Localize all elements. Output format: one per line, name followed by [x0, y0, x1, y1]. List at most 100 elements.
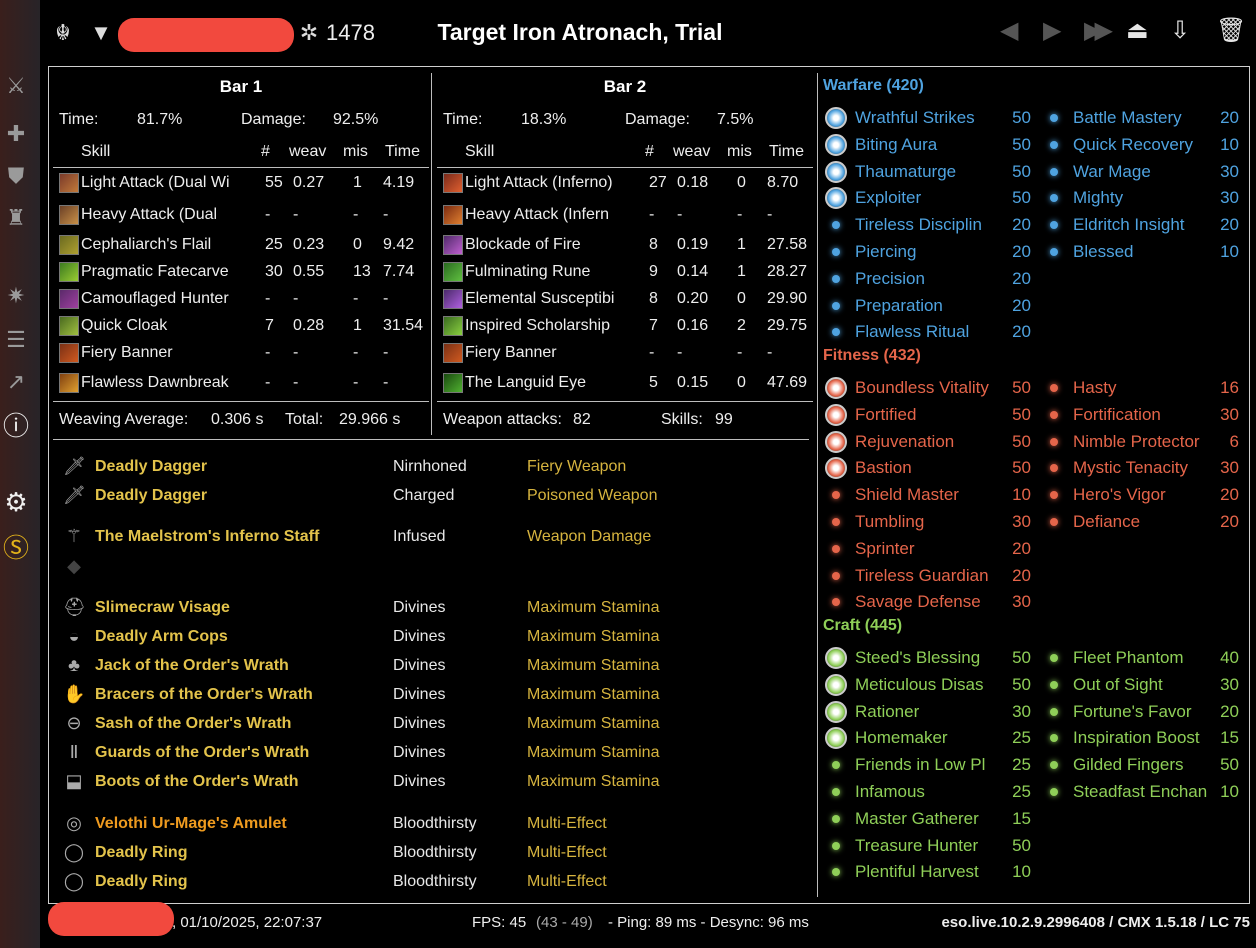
- cp-star[interactable]: Treasure Hunter 50: [825, 833, 1031, 859]
- column-header: mis: [727, 143, 752, 160]
- shield-icon[interactable]: ⛊: [2, 162, 30, 190]
- star-icon: [832, 598, 840, 607]
- cp-star[interactable]: Shield Master 10: [825, 482, 1031, 508]
- star-icon: [1050, 788, 1058, 796]
- cp-star[interactable]: Defiance 20: [1043, 509, 1239, 535]
- cp-star[interactable]: Flawless Ritual 20: [825, 319, 1031, 345]
- slotted-star-icon: [825, 187, 847, 210]
- save-fight-icon[interactable]: ⏏: [1126, 16, 1149, 45]
- skill-stat: -: [383, 290, 389, 307]
- last-fight-icon[interactable]: ▶▶: [1084, 16, 1113, 45]
- cp-star-name: Defiance: [1073, 512, 1141, 531]
- cp-star[interactable]: Master Gatherer 15: [825, 806, 1031, 832]
- cp-star[interactable]: Plentiful Harvest 10: [825, 859, 1031, 885]
- cp-star[interactable]: Precision 20: [825, 266, 1031, 292]
- cp-star[interactable]: Mystic Tenacity 30: [1043, 455, 1239, 481]
- cp-star[interactable]: Exploiter 50: [825, 185, 1031, 211]
- cp-star[interactable]: Eldritch Insight 20: [1043, 212, 1239, 238]
- cp-star[interactable]: Preparation 20: [825, 293, 1031, 319]
- shoulder-icon: ◒: [68, 626, 80, 646]
- cp-star[interactable]: Fortune's Favor 20: [1043, 699, 1239, 725]
- graph-icon[interactable]: ↗: [2, 368, 30, 396]
- gear-row[interactable]: ⛑ Slimecraw Visage Divines Maximum Stamina: [57, 594, 807, 622]
- cp-star[interactable]: Battle Mastery 20: [1043, 105, 1239, 131]
- previous-fight-icon[interactable]: ◀: [1000, 16, 1018, 45]
- cp-star[interactable]: Fleet Phantom 40: [1043, 645, 1239, 671]
- delete-trash-icon[interactable]: 🗑: [1216, 16, 1246, 45]
- skill-icon: [443, 173, 463, 193]
- skill-stat: 4.19: [383, 174, 415, 191]
- cp-star[interactable]: Rationer 30: [825, 699, 1031, 725]
- cp-star[interactable]: Bastion 50: [825, 455, 1031, 481]
- log-icon[interactable]: ☰: [2, 326, 30, 354]
- cp-star[interactable]: Meticulous Disas 50: [825, 672, 1031, 698]
- gear-row[interactable]: ◒ Deadly Arm Cops Divines Maximum Stamina: [57, 623, 807, 651]
- cp-star[interactable]: Piercing 20: [825, 239, 1031, 265]
- cp-star[interactable]: Boundless Vitality 50: [825, 375, 1031, 401]
- timestamp: , 01/10/2025, 22:07:37: [172, 914, 323, 931]
- cp-star[interactable]: Nimble Protector 6: [1043, 429, 1239, 455]
- empty-gear-slot: ◆: [57, 553, 807, 581]
- cp-star[interactable]: Out of Sight 30: [1043, 672, 1239, 698]
- gear-row[interactable]: ◯ Deadly Ring Bloodthirsty Multi-Effect: [57, 868, 807, 896]
- cp-star[interactable]: War Mage 30: [1043, 159, 1239, 185]
- cp-star[interactable]: Hasty 16: [1043, 375, 1239, 401]
- group-icon[interactable]: ♜: [2, 204, 30, 232]
- cp-star[interactable]: Tireless Disciplin 20: [825, 212, 1031, 238]
- cp-star[interactable]: Biting Aura 50: [825, 132, 1031, 158]
- gear-row[interactable]: ◯ Deadly Ring Bloodthirsty Multi-Effect: [57, 839, 807, 867]
- cp-star[interactable]: Hero's Vigor 20: [1043, 482, 1239, 508]
- heal-icon[interactable]: ✚: [2, 120, 30, 148]
- gear-row[interactable]: ⬓ Boots of the Order's Wrath Divines Maximu…: [57, 768, 807, 796]
- cp-star[interactable]: Tumbling 30: [825, 509, 1031, 535]
- amulet-icon: ◎: [66, 813, 82, 833]
- info-icon[interactable]: ⓘ: [2, 412, 30, 440]
- gear-row[interactable]: 🗡 Deadly Dagger Nirnhoned Fiery Weapon: [57, 453, 807, 481]
- cp-star[interactable]: Infamous 25: [825, 779, 1031, 805]
- cp-star[interactable]: Homemaker 25: [825, 725, 1031, 751]
- cp-star[interactable]: Gilded Fingers 50: [1043, 752, 1239, 778]
- cp-star[interactable]: Steadfast Enchan 10: [1043, 779, 1239, 805]
- cp-star[interactable]: Fortified 50: [825, 402, 1031, 428]
- cp-star[interactable]: Inspiration Boost 15: [1043, 725, 1239, 751]
- next-fight-icon[interactable]: ▶: [1043, 16, 1061, 45]
- gear-row[interactable]: 🗡 Deadly Dagger Charged Poisoned Weapon: [57, 482, 807, 510]
- cp-star[interactable]: Friends in Low Pl 25: [825, 752, 1031, 778]
- gear-row[interactable]: ◎ Velothi Ur-Mage's Amulet Bloodthirsty Mul…: [57, 810, 807, 838]
- settings-gear-icon[interactable]: ⚙: [2, 488, 30, 516]
- axe-icon[interactable]: ⚔: [2, 72, 30, 100]
- legs-icon: Ⅱ: [69, 742, 79, 762]
- supporter-icon[interactable]: Ⓢ: [2, 534, 30, 562]
- gear-row[interactable]: ⚚ The Maelstrom's Inferno Staff Infused Wea…: [57, 523, 807, 551]
- fps-range: (43 - 49): [536, 914, 593, 931]
- cp-star[interactable]: Wrathful Strikes 50: [825, 105, 1031, 131]
- gear-row[interactable]: Ⅱ Guards of the Order's Wrath Divines Maxim…: [57, 739, 807, 767]
- cp-star[interactable]: Rejuvenation 50: [825, 429, 1031, 455]
- gear-row[interactable]: ♣ Jack of the Order's Wrath Divines Maximum…: [57, 652, 807, 680]
- skill-icon: [443, 343, 463, 363]
- cp-star-name: Boundless Vitality: [855, 378, 989, 397]
- cp-star[interactable]: Tireless Guardian 20: [825, 563, 1031, 589]
- cp-star-points: 16: [1220, 378, 1239, 397]
- gear-row[interactable]: ⊖ Sash of the Order's Wrath Divines Maximum…: [57, 710, 807, 738]
- cp-star[interactable]: Fortification 30: [1043, 402, 1239, 428]
- load-fight-icon[interactable]: ⇩: [1170, 16, 1190, 45]
- cp-star[interactable]: Sprinter 20: [825, 536, 1031, 562]
- cp-star[interactable]: Blessed 10: [1043, 239, 1239, 265]
- cp-star[interactable]: Steed's Blessing 50: [825, 645, 1031, 671]
- star-icon: [832, 248, 840, 256]
- cp-star[interactable]: Savage Defense 30: [825, 589, 1031, 615]
- skill-stat: -: [767, 206, 773, 223]
- damage-value: 7.5%: [717, 111, 754, 128]
- skill-stat: 7: [265, 317, 274, 334]
- skill-stat: -: [265, 206, 271, 223]
- cp-star-points: 15: [1012, 808, 1031, 828]
- cp-star-name: Piercing: [855, 242, 917, 261]
- cp-star[interactable]: Quick Recovery 10: [1043, 132, 1239, 158]
- cp-star[interactable]: Mighty 30: [1043, 185, 1239, 211]
- cp-star[interactable]: Thaumaturge 50: [825, 159, 1031, 185]
- magic-icon[interactable]: ✷: [2, 282, 30, 310]
- gear-row[interactable]: ✋ Bracers of the Order's Wrath Divines Maxi…: [57, 681, 807, 709]
- skill-stat: -: [383, 206, 389, 223]
- skill-icon: [59, 262, 79, 282]
